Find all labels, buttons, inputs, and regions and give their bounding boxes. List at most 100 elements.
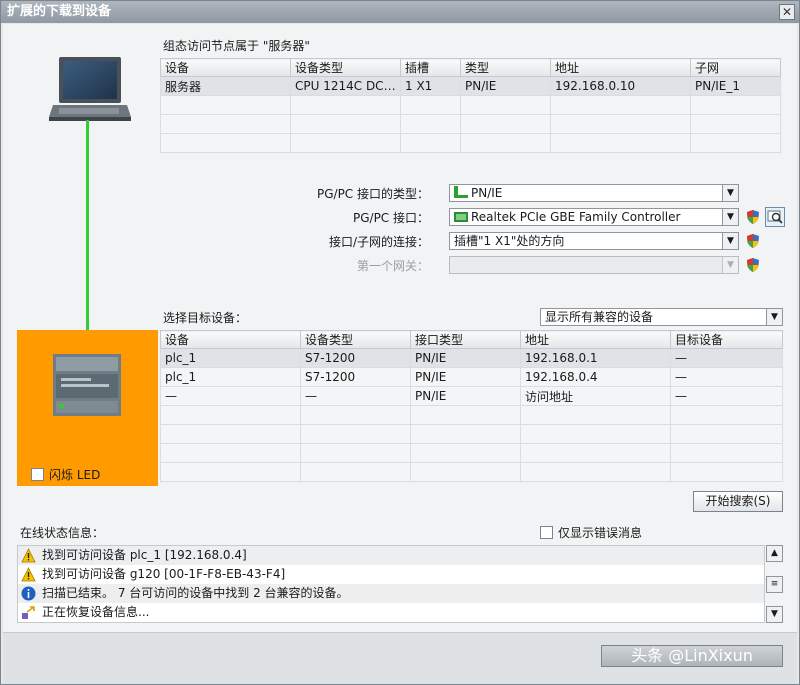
magnifier-icon xyxy=(767,210,783,224)
status-message: 找到可访问设备 g120 [00-1F-F8-EB-43-F4] xyxy=(42,567,286,581)
list-item[interactable]: 找到可访问设备 g120 [00-1F-F8-EB-43-F4] xyxy=(18,565,764,584)
cell: — xyxy=(300,386,411,406)
column-header[interactable]: 设备 xyxy=(160,58,291,77)
dialog-footer: 头条 @LinXixun xyxy=(3,632,797,684)
scroll-up-icon[interactable]: ▲ xyxy=(766,545,783,562)
column-header[interactable]: 地址 xyxy=(520,330,671,349)
list-item[interactable]: 正在恢复设备信息... xyxy=(18,603,764,622)
close-icon: ✕ xyxy=(781,5,793,19)
cell: — xyxy=(670,367,783,387)
cell: PN/IE xyxy=(410,386,521,406)
column-header[interactable]: 设备 xyxy=(160,330,301,349)
subnet-connection-select[interactable]: 插槽"1 X1"处的方向 ▼ xyxy=(449,232,739,250)
table-row[interactable]: plc_1 S7-1200 PN/IE 192.168.0.4 — xyxy=(160,367,783,387)
cell: — xyxy=(670,386,783,406)
shield-icon[interactable] xyxy=(745,209,761,225)
cell: S7-1200 xyxy=(300,367,411,387)
target-section-title: 选择目标设备： xyxy=(163,311,248,325)
cell: 192.168.0.10 xyxy=(550,76,691,96)
warning-icon xyxy=(21,567,36,582)
cell: 192.168.0.4 xyxy=(520,367,671,387)
watermark-text: 头条 @LinXixun xyxy=(631,646,753,665)
title-bar: 扩展的下载到设备 ✕ xyxy=(1,1,799,23)
pgpc-type-label: PG/PC 接口的类型： xyxy=(316,187,429,201)
column-header[interactable]: 子网 xyxy=(690,58,781,77)
scroll-menu-icon[interactable]: ≡ xyxy=(766,576,783,593)
window-title: 扩展的下载到设备 xyxy=(7,4,112,19)
only-errors-label: 仅显示错误消息 xyxy=(558,526,643,540)
target-device-table: 设备 设备类型 接口类型 地址 目标设备 plc_1 S7-1200 PN/IE… xyxy=(160,330,783,482)
warning-icon xyxy=(21,548,36,563)
status-message: 找到可访问设备 plc_1 [192.168.0.4] xyxy=(42,548,247,562)
watermark-overlay[interactable]: 头条 @LinXixun xyxy=(601,645,783,667)
column-header[interactable]: 目标设备 xyxy=(670,330,783,349)
config-table-header: 设备 设备类型 插槽 类型 地址 子网 xyxy=(160,58,781,77)
subnet-connection-label: 接口/子网的连接： xyxy=(328,235,429,249)
pgpc-interface-value: Realtek PCIe GBE Family Controller xyxy=(471,210,681,224)
cell: PN/IE xyxy=(460,76,551,96)
cell: CPU 1214C DC/D... xyxy=(290,76,401,96)
table-row xyxy=(160,133,781,153)
column-header[interactable]: 设备类型 xyxy=(300,330,411,349)
download-dialog: 扩展的下载到设备 ✕ 组态访问节点属于 "服务器" 设备 设备类型 插槽 类型 … xyxy=(0,0,800,685)
list-item[interactable]: 扫描已结束。 7 台可访问的设备中找到 2 台兼容的设备。 xyxy=(18,584,764,603)
scroll-down-icon[interactable]: ▼ xyxy=(766,606,783,623)
table-row xyxy=(160,443,783,463)
network-card-icon xyxy=(454,212,468,222)
column-header[interactable]: 接口类型 xyxy=(410,330,521,349)
table-row[interactable]: plc_1 S7-1200 PN/IE 192.168.0.1 — xyxy=(160,348,783,368)
column-header[interactable]: 设备类型 xyxy=(290,58,401,77)
chevron-down-icon[interactable]: ▼ xyxy=(766,309,782,325)
cell: — xyxy=(160,386,301,406)
shield-icon[interactable] xyxy=(745,257,761,273)
pgpc-type-value: PN/IE xyxy=(471,186,503,200)
status-section-title: 在线状态信息： xyxy=(20,526,105,540)
plc-device-icon xyxy=(53,354,121,416)
flash-led-checkbox[interactable] xyxy=(31,468,44,481)
device-filter-select[interactable]: 显示所有兼容的设备 ▼ xyxy=(540,308,783,326)
cell: PN/IE_1 xyxy=(690,76,781,96)
pgpc-interface-select[interactable]: Realtek PCIe GBE Family Controller ▼ xyxy=(449,208,739,226)
chevron-down-icon: ▼ xyxy=(722,257,738,273)
pg-laptop-icon xyxy=(49,57,131,121)
config-section-title: 组态访问节点属于 "服务器" xyxy=(163,39,310,53)
column-header[interactable]: 插槽 xyxy=(400,58,461,77)
table-row xyxy=(160,462,783,482)
chevron-down-icon[interactable]: ▼ xyxy=(722,209,738,225)
gateway-select: ▼ xyxy=(449,256,739,274)
connection-line xyxy=(86,120,89,353)
column-header[interactable]: 地址 xyxy=(550,58,691,77)
table-row xyxy=(160,114,781,134)
table-row[interactable]: 服务器 CPU 1214C DC/D... 1 X1 PN/IE 192.168… xyxy=(160,76,781,96)
cell: 服务器 xyxy=(160,76,291,96)
table-row xyxy=(160,424,783,444)
table-row[interactable]: — — PN/IE 访问地址 — xyxy=(160,386,783,406)
status-scrollbar[interactable]: ▲ ≡ ▼ xyxy=(766,545,783,623)
pgpc-interface-label: PG/PC 接口： xyxy=(352,211,429,225)
flash-led-label: 闪烁 LED xyxy=(49,468,101,482)
pgpc-type-select[interactable]: PN/IE ▼ xyxy=(449,184,739,202)
subnet-connection-value: 插槽"1 X1"处的方向 xyxy=(454,234,565,248)
target-table-header: 设备 设备类型 接口类型 地址 目标设备 xyxy=(160,330,783,349)
close-button[interactable]: ✕ xyxy=(779,4,795,20)
only-errors-checkbox[interactable] xyxy=(540,526,553,539)
device-filter-value: 显示所有兼容的设备 xyxy=(545,310,654,324)
start-search-button[interactable]: 开始搜索(S) xyxy=(693,491,783,512)
status-message: 扫描已结束。 7 台可访问的设备中找到 2 台兼容的设备。 xyxy=(42,586,349,600)
cell: — xyxy=(670,348,783,368)
dialog-content: 组态访问节点属于 "服务器" 设备 设备类型 插槽 类型 地址 子网 服务器 C… xyxy=(3,24,797,684)
network-icon xyxy=(454,186,468,198)
column-header[interactable]: 类型 xyxy=(460,58,551,77)
cell: 访问地址 xyxy=(520,386,671,406)
status-message: 正在恢复设备信息... xyxy=(42,605,150,619)
cell: PN/IE xyxy=(410,348,521,368)
chevron-down-icon[interactable]: ▼ xyxy=(722,233,738,249)
gateway-label: 第一个网关： xyxy=(356,259,429,273)
table-row xyxy=(160,405,783,425)
shield-icon[interactable] xyxy=(745,233,761,249)
list-item[interactable]: 找到可访问设备 plc_1 [192.168.0.4] xyxy=(18,546,764,565)
chevron-down-icon[interactable]: ▼ xyxy=(722,185,738,201)
status-log: 找到可访问设备 plc_1 [192.168.0.4] 找到可访问设备 g120… xyxy=(17,545,765,623)
interface-diagnostics-button[interactable] xyxy=(765,207,785,227)
cell: PN/IE xyxy=(410,367,521,387)
